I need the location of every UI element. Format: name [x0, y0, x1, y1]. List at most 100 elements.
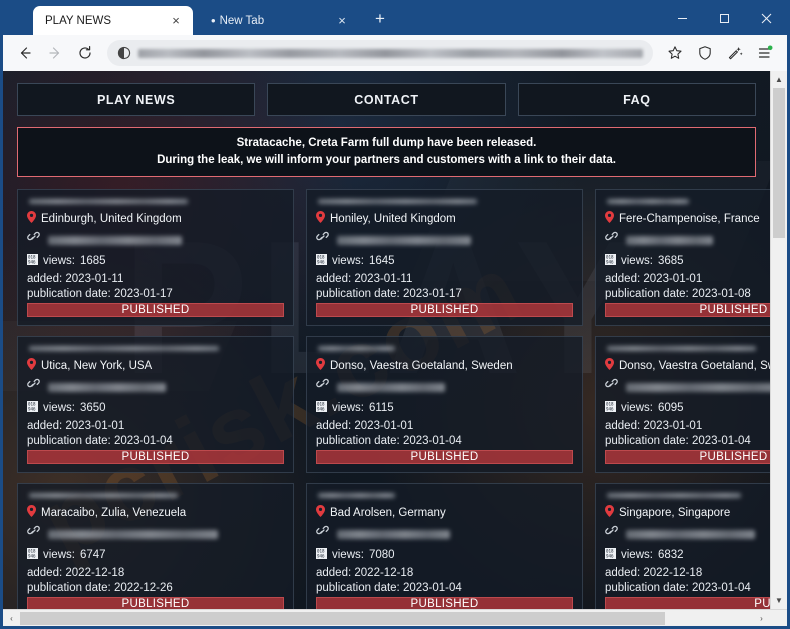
- victim-card[interactable]: Utica, New York, USA 018946 views: 3650: [17, 336, 294, 474]
- status-badge[interactable]: PUBLISHED: [27, 597, 284, 609]
- status-badge[interactable]: PUBLISHED: [605, 450, 770, 465]
- browser-tab-new-tab[interactable]: • New Tab ×: [199, 6, 359, 35]
- status-badge[interactable]: PUBLISHED: [27, 450, 284, 465]
- victim-location: Honiley, United Kingdom: [330, 213, 456, 226]
- vertical-scrollbar[interactable]: ▲ ▼: [770, 71, 787, 609]
- new-tab-button[interactable]: +: [367, 7, 393, 33]
- status-badge[interactable]: PUBLISHED: [316, 303, 573, 318]
- scroll-up-arrow-icon[interactable]: ▲: [771, 71, 787, 88]
- victim-location: Fere-Champenoise, France: [619, 213, 760, 226]
- views-counter-icon: 018 946: [27, 252, 38, 270]
- link-chain-icon: [27, 231, 40, 249]
- redacted-victim-url: [337, 529, 451, 539]
- views-label: views:: [621, 255, 653, 268]
- site-info-icon[interactable]: [117, 46, 131, 60]
- views-row: 018 946 views: 6115: [316, 399, 573, 417]
- added-row: added: 2022-12-18: [27, 567, 284, 579]
- views-row: 018 946 views: 6832: [605, 546, 770, 564]
- added-row: added: 2023-01-01: [27, 420, 284, 432]
- victim-card[interactable]: Fere-Champenoise, France 018 946 views: 3: [595, 189, 770, 327]
- redacted-victim-url: [337, 382, 445, 392]
- location-row: Fere-Champenoise, France: [605, 210, 770, 228]
- victim-card[interactable]: Singapore, Singapore 018946 views: 6832: [595, 483, 770, 609]
- publication-date-value: 2023-01-17: [402, 288, 462, 301]
- views-value: 1685: [79, 255, 106, 268]
- victim-card[interactable]: Donso, Vaestra Goetaland, Sweden 018946 …: [306, 336, 583, 474]
- victim-card[interactable]: Bad Arolsen, Germany 018946 views: 7080: [306, 483, 583, 609]
- svg-text:946: 946: [317, 260, 325, 265]
- views-label: views:: [332, 402, 364, 415]
- svg-text:946: 946: [606, 260, 614, 265]
- status-badge[interactable]: PUBLISHED: [27, 303, 284, 318]
- views-counter-icon: 018 946: [316, 546, 327, 564]
- views-value: 7080: [368, 549, 395, 562]
- redacted-company-name: [318, 346, 396, 352]
- views-value: 3650: [79, 402, 106, 415]
- link-row: [27, 525, 284, 543]
- publication-date-row: publication date: 2023-01-08: [605, 288, 770, 300]
- victim-location: Singapore, Singapore: [619, 507, 731, 520]
- scroll-left-arrow-icon[interactable]: ‹: [3, 610, 20, 627]
- vertical-scroll-track[interactable]: [771, 88, 787, 592]
- views-row: 018 946 views: 1685: [27, 252, 284, 270]
- scroll-right-arrow-icon[interactable]: ›: [753, 610, 770, 627]
- shield-icon[interactable]: [691, 39, 719, 67]
- added-value: 2022-12-18: [643, 567, 703, 580]
- forward-arrow-icon[interactable]: [41, 39, 69, 67]
- close-icon[interactable]: [745, 5, 787, 32]
- settings-menu-icon[interactable]: [751, 39, 779, 67]
- link-chain-icon: [605, 378, 618, 396]
- nav-tab-play-news[interactable]: PLAY NEWS: [17, 83, 256, 116]
- vertical-scroll-thumb[interactable]: [773, 88, 785, 238]
- window-controls: [661, 5, 787, 32]
- collections-icon[interactable]: [721, 39, 749, 67]
- minimize-icon[interactable]: [661, 5, 703, 32]
- address-bar[interactable]: [107, 40, 653, 66]
- victim-card[interactable]: Donso, Vaestra Goetaland, Sweden 018946 …: [595, 336, 770, 474]
- star-icon[interactable]: [661, 39, 689, 67]
- nav-tab-contact[interactable]: CONTACT: [267, 83, 506, 116]
- views-label: views:: [43, 402, 75, 415]
- views-value: 6747: [79, 549, 106, 562]
- leak-site-page: PLAY pcrisk.com PLAY NEWS CONTACT: [3, 71, 770, 609]
- scrollbar-corner: [770, 609, 787, 626]
- back-arrow-icon[interactable]: [11, 39, 39, 67]
- views-label: views:: [332, 255, 364, 268]
- publication-date-row: publication date: 2023-01-04: [27, 435, 284, 447]
- link-row: [605, 231, 770, 249]
- victim-card[interactable]: Maracaibo, Zulia, Venezuela 018 946 views…: [17, 483, 294, 609]
- publication-date-value: 2023-01-04: [402, 435, 462, 448]
- map-pin-icon: [27, 357, 36, 375]
- map-pin-icon: [316, 504, 325, 522]
- reload-icon[interactable]: [71, 39, 99, 67]
- victim-card[interactable]: Honiley, United Kingdom 018 946 views: 16: [306, 189, 583, 327]
- nav-tab-faq[interactable]: FAQ: [517, 83, 756, 116]
- address-bar-url-text: [138, 48, 643, 58]
- link-row: [316, 525, 573, 543]
- scroll-down-arrow-icon[interactable]: ▼: [771, 592, 787, 609]
- tab-title: PLAY NEWS: [45, 14, 112, 27]
- status-badge[interactable]: PUBLISHED FULL: [605, 597, 770, 609]
- tab-close-icon[interactable]: ×: [167, 12, 185, 30]
- publication-date-label: publication date:: [316, 582, 400, 595]
- views-row: 018 946 views: 6095: [605, 399, 770, 417]
- link-chain-icon: [27, 378, 40, 396]
- views-row: 018 946 views: 6747: [27, 546, 284, 564]
- redacted-company-name: [29, 346, 220, 352]
- horizontal-scroll-thumb[interactable]: [20, 611, 666, 625]
- publication-date-value: 2023-01-04: [113, 435, 173, 448]
- browser-tab-play-news[interactable]: PLAY NEWS ×: [33, 6, 193, 35]
- status-badge[interactable]: PUBLISHED: [316, 597, 573, 609]
- redacted-company-name: [29, 493, 179, 499]
- status-badge[interactable]: PUBLISHED: [605, 303, 770, 318]
- horizontal-scroll-track[interactable]: [20, 610, 753, 627]
- maximize-icon[interactable]: [703, 5, 745, 32]
- horizontal-scrollbar[interactable]: ‹ ›: [3, 609, 787, 626]
- banner-line-1: Stratacache, Creta Farm full dump have b…: [236, 137, 537, 149]
- victim-location: Donso, Vaestra Goetaland, Sweden: [619, 360, 770, 373]
- status-badge[interactable]: PUBLISHED: [316, 450, 573, 465]
- tab-close-icon[interactable]: ×: [333, 12, 351, 30]
- added-row: added: 2023-01-11: [27, 273, 284, 285]
- redacted-company-name: [29, 199, 189, 205]
- victim-card[interactable]: Edinburgh, United Kingdom 018946 views:: [17, 189, 294, 327]
